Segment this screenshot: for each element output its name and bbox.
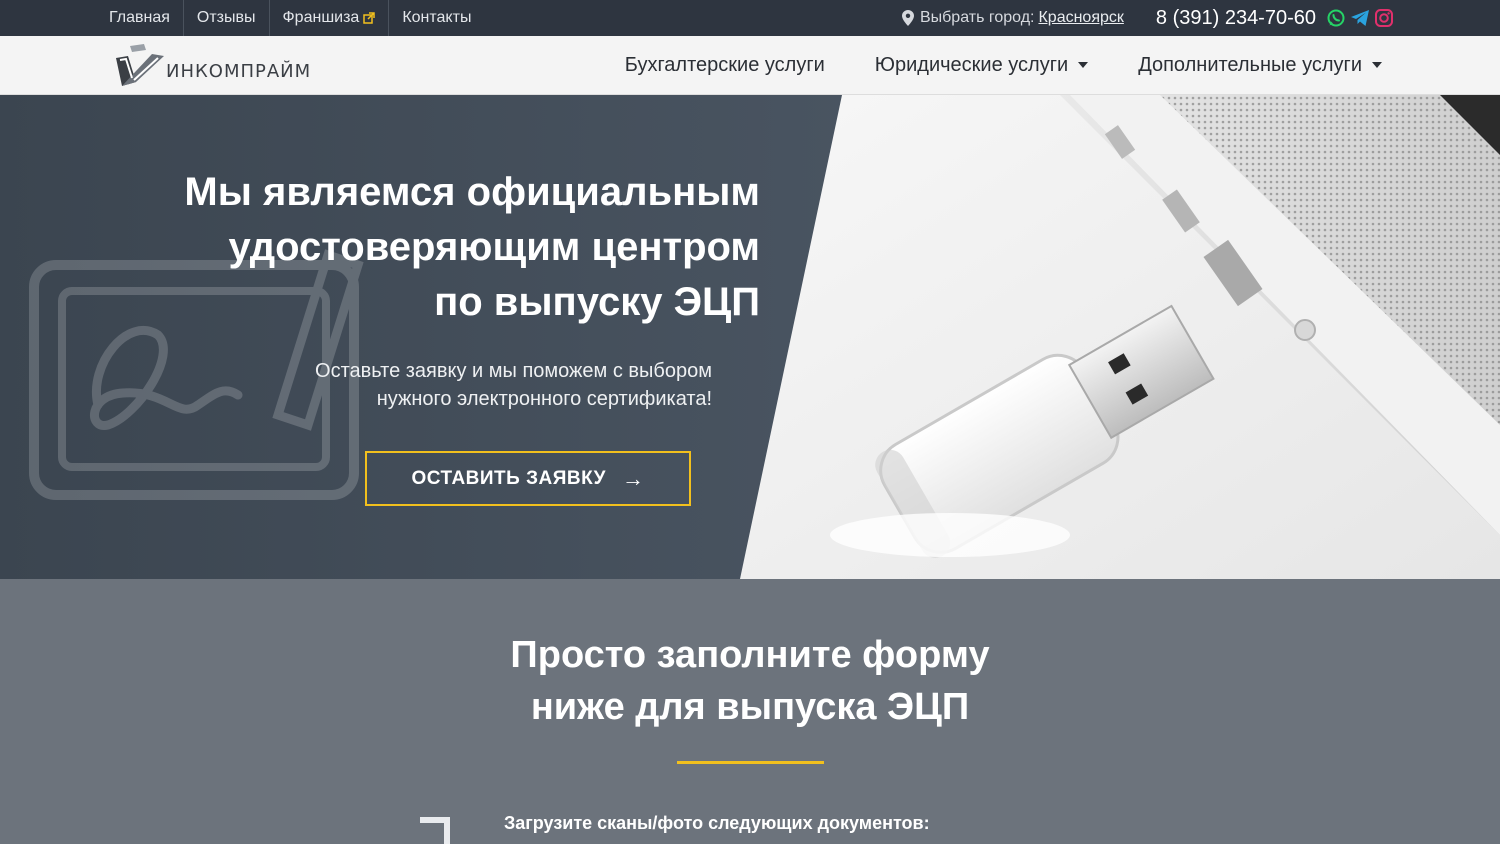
top-nav: Главная Отзывы Франшиза Контакты xyxy=(96,0,484,36)
top-nav-home[interactable]: Главная xyxy=(96,0,184,36)
top-nav-reviews[interactable]: Отзывы xyxy=(184,0,270,36)
logo-text: ИНКОМПРАЙМ xyxy=(166,60,312,82)
external-link-icon xyxy=(363,12,376,24)
form-section: Просто заполните форму ниже для выпуска … xyxy=(0,579,1500,844)
top-nav-franchise[interactable]: Франшиза xyxy=(270,0,390,36)
nav-accounting[interactable]: Бухгалтерские услуги xyxy=(625,54,825,77)
instagram-icon[interactable] xyxy=(1374,8,1394,28)
arrow-right-icon: → xyxy=(621,465,645,491)
logo[interactable]: ИНКОМПРАЙМ xyxy=(106,42,311,90)
top-contacts: Выбрать город: Красноярск 8 (391) 234-70… xyxy=(901,0,1394,36)
telegram-icon[interactable] xyxy=(1350,8,1370,28)
nav-additional-label: Дополнительные услуги xyxy=(1138,53,1362,76)
hero-title: Мы являемся официальным удостоверяющим ц… xyxy=(120,165,760,330)
top-bar: Главная Отзывы Франшиза Контакты Выбрать… xyxy=(0,0,1500,36)
submit-request-button[interactable]: ОСТАВИТЬ ЗАЯВКУ → xyxy=(365,451,691,506)
step-bracket-icon xyxy=(420,817,450,844)
map-pin-icon xyxy=(901,10,914,26)
phone-link[interactable]: 8 (391) 234-70-60 xyxy=(1156,7,1316,30)
chevron-down-icon xyxy=(1078,62,1089,68)
top-nav-franchise-label: Франшиза xyxy=(282,9,360,26)
city-link[interactable]: Красноярск xyxy=(1038,9,1123,27)
hero-title-line-3: по выпуску ЭЦП xyxy=(434,280,760,324)
form-title-line-1: Просто заполните форму xyxy=(510,634,990,676)
nav-additional[interactable]: Дополнительные услуги xyxy=(1138,54,1382,77)
nav-legal-label: Юридические услуги xyxy=(874,53,1069,76)
hero-subtitle-line-1: Оставьте заявку и мы поможем с выбором xyxy=(315,360,712,382)
hero-subtitle-line-2: нужного электронного сертификата! xyxy=(376,388,712,410)
hero-title-line-2: удостоверяющим центром xyxy=(228,225,760,269)
usb-token-photo xyxy=(740,95,1500,579)
upload-documents-label: Загрузите сканы/фото следующих документо… xyxy=(504,813,930,833)
form-section-title: Просто заполните форму ниже для выпуска … xyxy=(400,629,1100,733)
city-label: Выбрать город: xyxy=(919,9,1035,26)
hero-subtitle: Оставьте заявку и мы поможем с выбором н… xyxy=(200,357,712,413)
whatsapp-icon[interactable] xyxy=(1326,8,1346,28)
logo-mark-icon xyxy=(116,44,164,86)
hero-section: Мы являемся официальным удостоверяющим ц… xyxy=(0,95,1500,579)
submit-request-label: ОСТАВИТЬ ЗАЯВКУ xyxy=(411,467,606,489)
main-header: ИНКОМПРАЙМ Бухгалтерские услуги Юридичес… xyxy=(0,36,1500,95)
top-nav-contacts[interactable]: Контакты xyxy=(389,0,484,36)
city-selector: Выбрать город: Красноярск xyxy=(901,9,1124,27)
form-title-line-2: ниже для выпуска ЭЦП xyxy=(530,686,970,728)
title-divider xyxy=(677,761,824,764)
hero-title-line-1: Мы являемся официальным xyxy=(184,170,760,214)
chevron-down-icon xyxy=(1372,62,1382,68)
nav-legal[interactable]: Юридические услуги xyxy=(874,53,1089,77)
main-nav: Бухгалтерские услуги Юридические услуги … xyxy=(625,36,1382,94)
